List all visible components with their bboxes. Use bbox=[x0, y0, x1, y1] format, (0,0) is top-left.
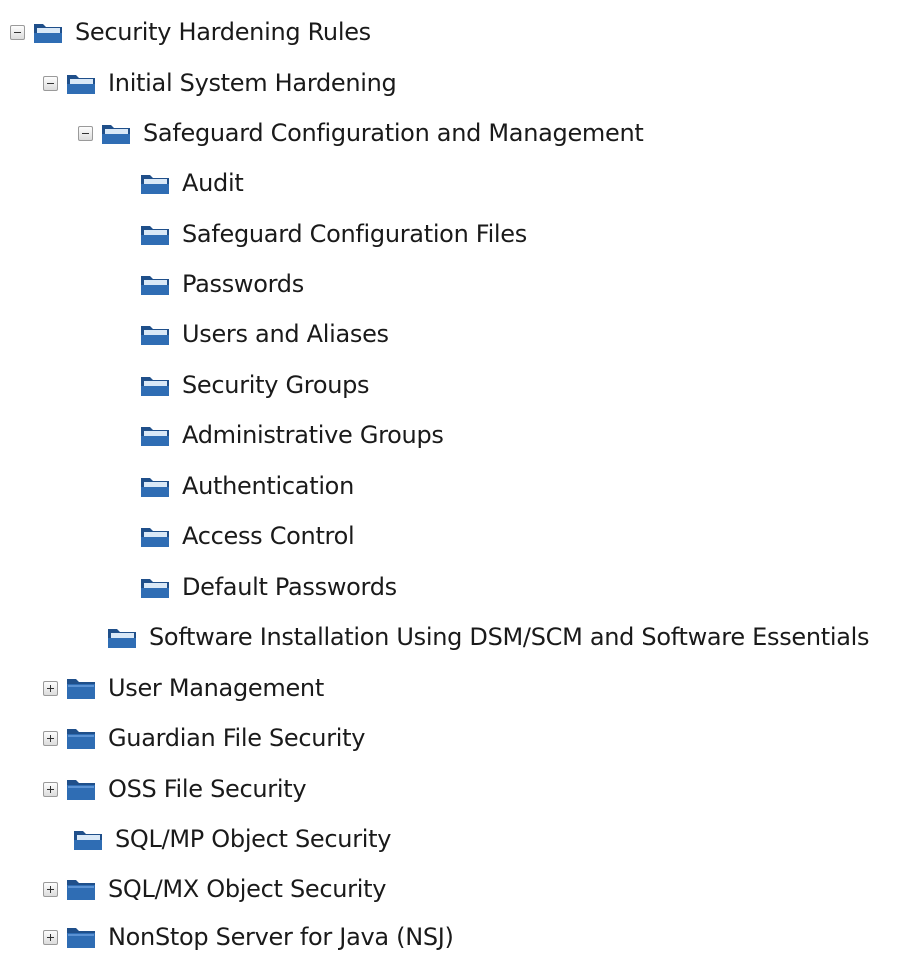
tree-node-user-management[interactable]: User Management bbox=[43, 668, 324, 708]
tree-node-authentication[interactable]: Authentication bbox=[117, 466, 354, 506]
closed-folder-icon bbox=[66, 726, 96, 750]
tree-node-initial-system-hardening[interactable]: Initial System Hardening bbox=[43, 63, 397, 103]
tree-node-label: Initial System Hardening bbox=[108, 69, 397, 97]
closed-folder-icon bbox=[66, 877, 96, 901]
open-folder-icon bbox=[140, 474, 170, 498]
closed-folder-icon bbox=[66, 925, 96, 949]
expand-toggle-icon[interactable] bbox=[43, 781, 58, 797]
open-folder-icon bbox=[101, 121, 131, 145]
tree-node-label: User Management bbox=[108, 674, 324, 702]
collapse-toggle-icon[interactable] bbox=[43, 75, 58, 91]
collapse-toggle-icon[interactable] bbox=[78, 125, 93, 141]
tree-node-access-control[interactable]: Access Control bbox=[117, 516, 355, 556]
tree-node-label: Administrative Groups bbox=[182, 421, 444, 449]
tree-node-label: Audit bbox=[182, 169, 244, 197]
open-folder-icon bbox=[140, 575, 170, 599]
collapse-toggle-icon[interactable] bbox=[10, 24, 25, 40]
tree-node-label: Guardian File Security bbox=[108, 724, 366, 752]
expand-toggle-icon[interactable] bbox=[43, 730, 58, 746]
tree-node-label: SQL/MP Object Security bbox=[115, 825, 392, 853]
tree-node-label: Safeguard Configuration Files bbox=[182, 220, 527, 248]
tree-node-safeguard-configuration-and-management[interactable]: Safeguard Configuration and Management bbox=[78, 113, 644, 153]
tree-node-label: Security Hardening Rules bbox=[75, 18, 371, 46]
open-folder-icon bbox=[140, 171, 170, 195]
tree-node-guardian-file-security[interactable]: Guardian File Security bbox=[43, 718, 365, 758]
tree-node-software-installation[interactable]: Software Installation Using DSM/SCM and … bbox=[84, 617, 870, 657]
tree-node-label: NonStop Server for Java (NSJ) bbox=[108, 923, 454, 951]
tree-node-label: SQL/MX Object Security bbox=[108, 875, 387, 903]
open-folder-icon bbox=[140, 272, 170, 296]
tree-node-label: Authentication bbox=[182, 472, 354, 500]
tree-node-label: OSS File Security bbox=[108, 775, 307, 803]
open-folder-icon bbox=[140, 373, 170, 397]
tree-node-label: Software Installation Using DSM/SCM and … bbox=[149, 623, 870, 651]
tree-node-safeguard-configuration-files[interactable]: Safeguard Configuration Files bbox=[117, 214, 527, 254]
open-folder-icon bbox=[66, 71, 96, 95]
open-folder-icon bbox=[73, 827, 103, 851]
tree-node-default-passwords[interactable]: Default Passwords bbox=[117, 567, 397, 607]
tree-node-administrative-groups[interactable]: Administrative Groups bbox=[117, 415, 444, 455]
open-folder-icon bbox=[140, 524, 170, 548]
open-folder-icon bbox=[140, 423, 170, 447]
tree-node-passwords[interactable]: Passwords bbox=[117, 264, 304, 304]
tree-node-sql-mx-object-security[interactable]: SQL/MX Object Security bbox=[43, 869, 386, 909]
tree-node-nonstop-server-for-java[interactable]: NonStop Server for Java (NSJ) bbox=[43, 917, 454, 957]
tree-node-oss-file-security[interactable]: OSS File Security bbox=[43, 769, 307, 809]
tree-node-label: Safeguard Configuration and Management bbox=[143, 119, 644, 147]
tree-node-label: Default Passwords bbox=[182, 573, 397, 601]
tree-node-security-hardening-rules[interactable]: Security Hardening Rules bbox=[10, 12, 371, 52]
open-folder-icon bbox=[140, 322, 170, 346]
expand-toggle-icon[interactable] bbox=[43, 929, 58, 945]
closed-folder-icon bbox=[66, 777, 96, 801]
open-folder-icon bbox=[140, 222, 170, 246]
security-rules-tree: Security Hardening Rules Initial System … bbox=[0, 0, 924, 957]
tree-node-audit[interactable]: Audit bbox=[117, 163, 244, 203]
tree-node-users-and-aliases[interactable]: Users and Aliases bbox=[117, 314, 389, 354]
expand-toggle-icon[interactable] bbox=[43, 881, 58, 897]
tree-node-label: Users and Aliases bbox=[182, 320, 389, 348]
open-folder-icon bbox=[33, 20, 63, 44]
open-folder-icon bbox=[107, 625, 137, 649]
tree-node-security-groups[interactable]: Security Groups bbox=[117, 365, 370, 405]
closed-folder-icon bbox=[66, 676, 96, 700]
expand-toggle-icon[interactable] bbox=[43, 680, 58, 696]
tree-node-label: Access Control bbox=[182, 522, 355, 550]
tree-node-sql-mp-object-security[interactable]: SQL/MP Object Security bbox=[50, 819, 391, 859]
tree-node-label: Passwords bbox=[182, 270, 304, 298]
tree-node-label: Security Groups bbox=[182, 371, 370, 399]
